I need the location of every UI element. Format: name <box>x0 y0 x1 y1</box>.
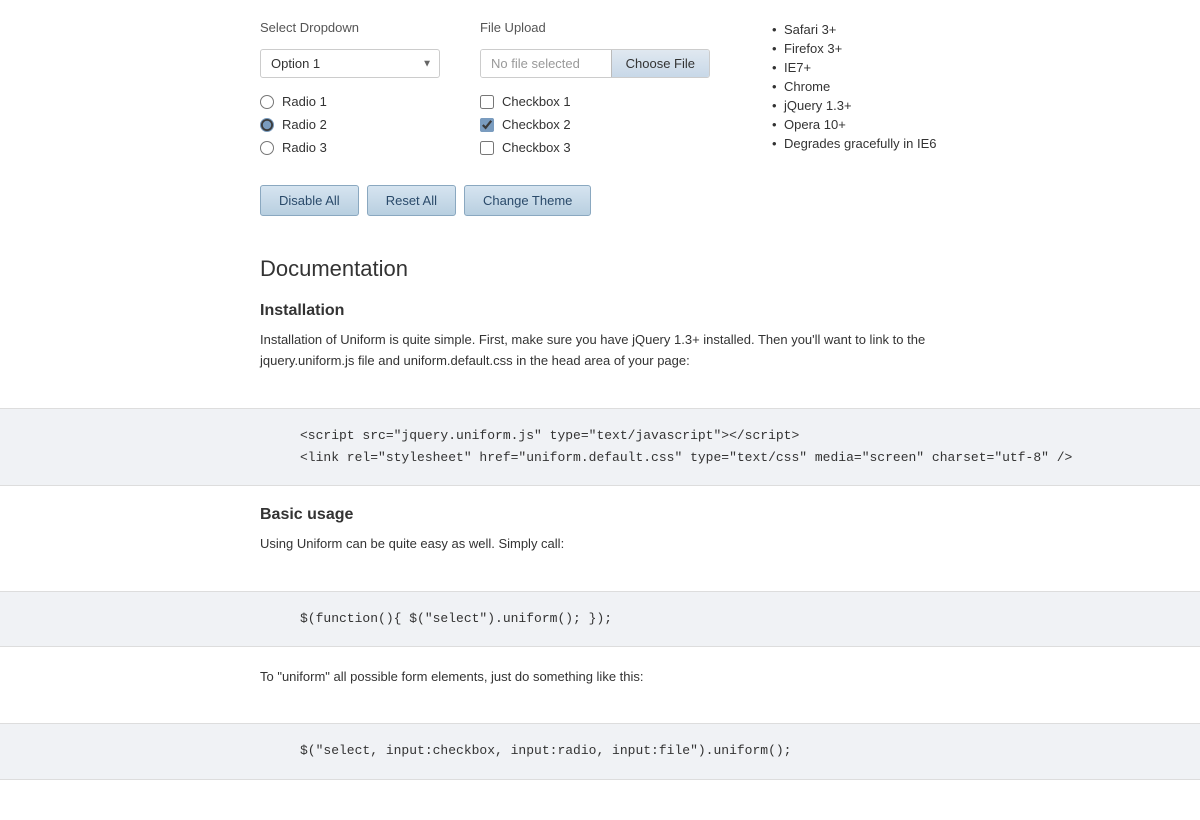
basic-usage-section: Basic usage Using Uniform can be quite e… <box>0 506 1200 591</box>
radio-2[interactable] <box>260 118 274 132</box>
code-block-basic-usage: $(function(){ $("select").uniform(); }); <box>0 591 1200 647</box>
code-text-2: $(function(){ $("select").uniform(); }); <box>300 611 612 626</box>
change-theme-button[interactable]: Change Theme <box>464 185 591 216</box>
action-buttons: Disable All Reset All Change Theme <box>0 175 1200 236</box>
basic-usage-text2: To "uniform" all possible form elements,… <box>260 667 940 688</box>
installation-subtitle: Installation <box>260 302 940 320</box>
form-section: Select Dropdown Option 1 Option 2 Option… <box>0 0 1200 175</box>
file-label: File Upload <box>480 20 710 35</box>
checkbox-group: Checkbox 1 Checkbox 2 Checkbox 3 <box>480 94 710 155</box>
doc-inner: Documentation Installation Installation … <box>260 256 940 372</box>
checkbox-2[interactable] <box>480 118 494 132</box>
radio-3[interactable] <box>260 141 274 155</box>
checkbox-item-1[interactable]: Checkbox 1 <box>480 94 710 109</box>
basic-usage-text: Using Uniform can be quite easy as well.… <box>260 534 940 555</box>
radio-1-label: Radio 1 <box>282 94 327 109</box>
checkbox-2-label: Checkbox 2 <box>502 117 571 132</box>
checkbox-3-label: Checkbox 3 <box>502 140 571 155</box>
choose-file-button[interactable]: Choose File <box>611 50 709 77</box>
browser-item-firefox: Firefox 3+ <box>770 39 936 58</box>
radio-3-label: Radio 3 <box>282 140 327 155</box>
select-label: Select Dropdown <box>260 20 440 35</box>
code-text-3: $("select, input:checkbox, input:radio, … <box>300 743 791 758</box>
code-text-1: <script src="jquery.uniform.js" type="te… <box>300 428 1072 465</box>
browser-item-safari: Safari 3+ <box>770 20 936 39</box>
browser-list-column: Safari 3+ Firefox 3+ IE7+ Chrome jQuery … <box>770 20 936 153</box>
browser-list: Safari 3+ Firefox 3+ IE7+ Chrome jQuery … <box>770 20 936 153</box>
file-checkbox-column: File Upload No file selected Choose File… <box>480 20 710 155</box>
checkbox-1[interactable] <box>480 95 494 109</box>
code-block-all-elements: $("select, input:checkbox, input:radio, … <box>0 723 1200 779</box>
doc-title: Documentation <box>260 256 940 282</box>
radio-group: Radio 1 Radio 2 Radio 3 <box>260 94 440 155</box>
radio-item-2[interactable]: Radio 2 <box>260 117 440 132</box>
browser-item-opera: Opera 10+ <box>770 115 936 134</box>
checkbox-3[interactable] <box>480 141 494 155</box>
documentation-section: Documentation Installation Installation … <box>0 236 1200 408</box>
select-column: Select Dropdown Option 1 Option 2 Option… <box>260 20 440 155</box>
radio-2-label: Radio 2 <box>282 117 327 132</box>
browser-item-ie7: IE7+ <box>770 58 936 77</box>
radio-item-1[interactable]: Radio 1 <box>260 94 440 109</box>
basic-usage-inner: Basic usage Using Uniform can be quite e… <box>260 506 940 555</box>
select-wrapper: Option 1 Option 2 Option 3 ▼ <box>260 49 440 78</box>
basic-usage-subtitle: Basic usage <box>260 506 940 524</box>
file-no-file-text: No file selected <box>481 50 611 77</box>
installation-text: Installation of Uniform is quite simple.… <box>260 330 940 372</box>
radio-1[interactable] <box>260 95 274 109</box>
disable-all-button[interactable]: Disable All <box>260 185 359 216</box>
reset-all-button[interactable]: Reset All <box>367 185 456 216</box>
checkbox-item-2[interactable]: Checkbox 2 <box>480 117 710 132</box>
browser-item-chrome: Chrome <box>770 77 936 96</box>
checkbox-item-3[interactable]: Checkbox 3 <box>480 140 710 155</box>
code-block-installation: <script src="jquery.uniform.js" type="te… <box>0 408 1200 486</box>
browser-item-ie6: Degrades gracefully in IE6 <box>770 134 936 153</box>
checkbox-1-label: Checkbox 1 <box>502 94 571 109</box>
browser-item-jquery: jQuery 1.3+ <box>770 96 936 115</box>
radio-item-3[interactable]: Radio 3 <box>260 140 440 155</box>
select-dropdown[interactable]: Option 1 Option 2 Option 3 <box>260 49 440 78</box>
basic-usage-text2-section: To "uniform" all possible form elements,… <box>0 667 1200 724</box>
file-upload-wrapper: No file selected Choose File <box>480 49 710 78</box>
